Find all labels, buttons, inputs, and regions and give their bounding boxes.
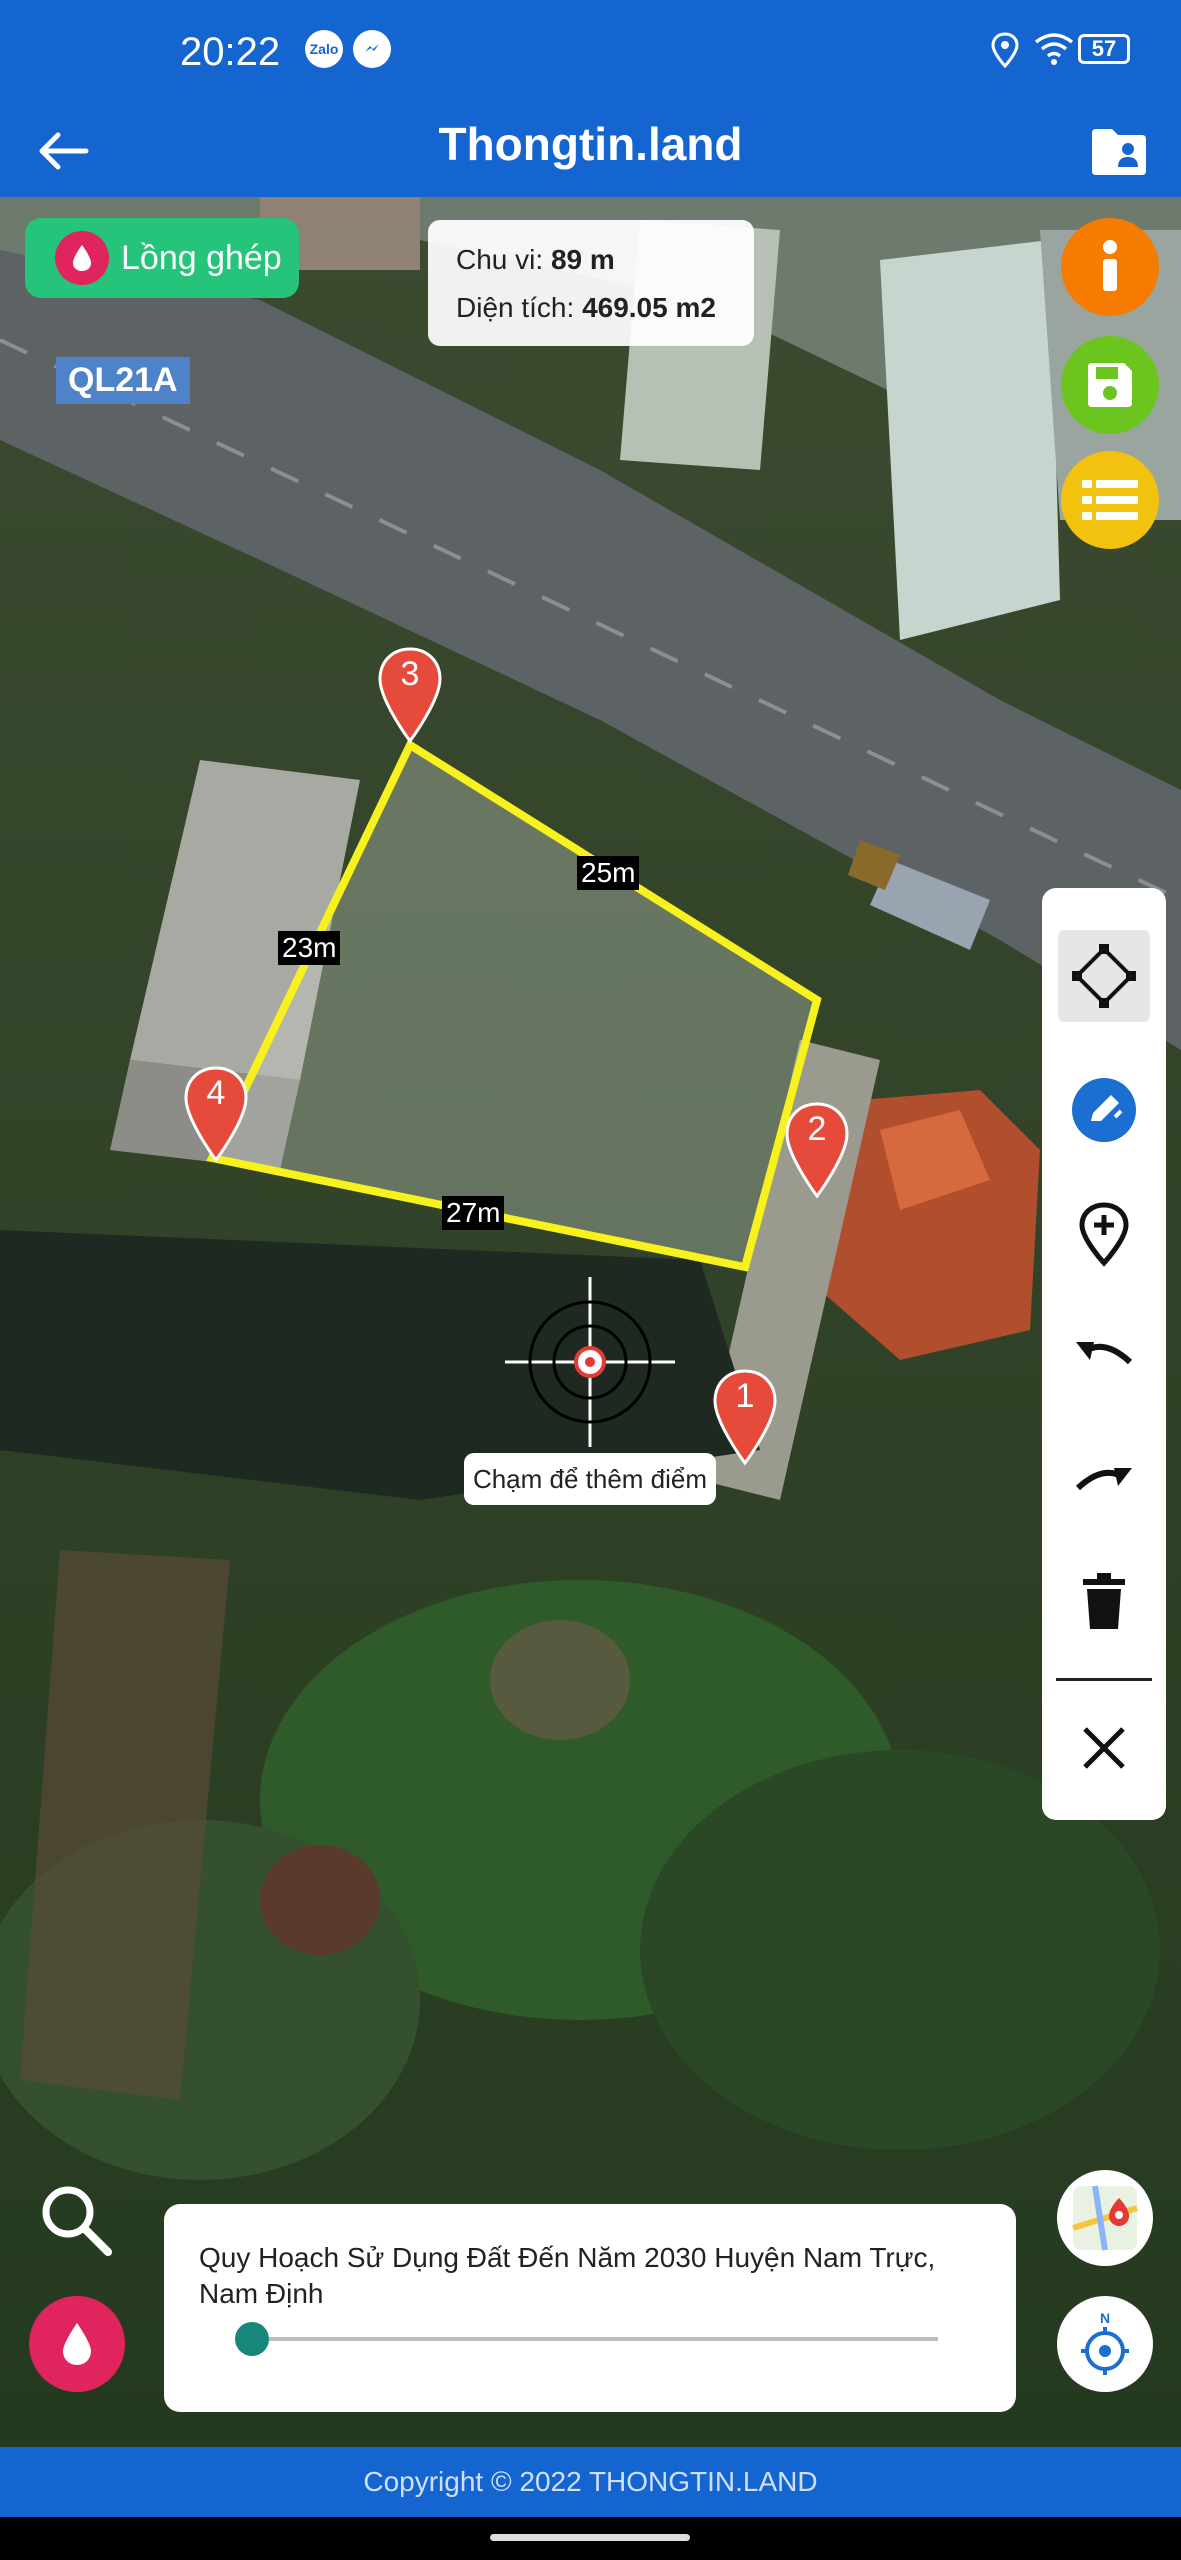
measurement-card: Chu vi: 89 m Diện tích: 469.05 m2 <box>428 220 754 346</box>
close-button[interactable] <box>1058 1702 1150 1794</box>
polygon-tool-button[interactable] <box>1058 930 1150 1022</box>
vertex-label: 4 <box>206 1074 226 1112</box>
water-drop-icon <box>55 231 109 285</box>
system-nav-bar <box>0 2517 1181 2560</box>
opacity-slider-track[interactable] <box>238 2337 938 2341</box>
add-location-icon <box>1079 1202 1129 1267</box>
delete-button[interactable] <box>1058 1556 1150 1648</box>
map-type-button[interactable] <box>1057 2170 1153 2266</box>
messenger-icon <box>353 30 391 68</box>
svg-text:N: N <box>1100 2310 1110 2326</box>
redo-icon <box>1075 1468 1132 1491</box>
segment-label: 23m <box>278 931 341 965</box>
info-button[interactable] <box>1061 218 1159 316</box>
app-bar: Thongtin.land <box>0 105 1181 197</box>
opacity-slider-thumb[interactable] <box>235 2322 269 2356</box>
folder-user-icon[interactable] <box>1088 123 1150 179</box>
map-icon <box>1072 2185 1138 2251</box>
battery-icon: 57 <box>1078 34 1130 64</box>
save-button[interactable] <box>1061 336 1159 434</box>
undo-icon <box>1076 1342 1133 1365</box>
vertex-marker-1[interactable]: 1 <box>711 1367 779 1467</box>
perimeter-row: Chu vi: 89 m <box>456 244 615 276</box>
edit-icon <box>1072 1078 1136 1142</box>
save-icon <box>1088 363 1132 407</box>
toolbar-divider <box>1056 1678 1152 1681</box>
area-value: 469.05 m2 <box>582 292 716 323</box>
edit-tool-button[interactable] <box>1058 1064 1150 1156</box>
status-bar: 20:22 Zalo 57 <box>0 0 1181 105</box>
segment-label: 27m <box>442 1196 505 1230</box>
vertex-label: 2 <box>807 1110 827 1148</box>
polygon-icon <box>1072 944 1136 1008</box>
compass-icon: N <box>1081 2310 1129 2375</box>
info-icon <box>1103 240 1117 291</box>
footer: Copyright © 2022 THONGTIN.LAND <box>0 2447 1181 2517</box>
satellite-map[interactable]: QL21A 25m 23m 27m 1 2 3 4 <box>0 197 1181 2447</box>
vertex-label: 1 <box>735 1377 755 1415</box>
crosshair-hint: Chạm để thêm điểm <box>464 1453 716 1505</box>
add-point-button[interactable] <box>1058 1188 1150 1280</box>
overlay-toggle-label: Lồng ghép <box>121 238 282 277</box>
area-row: Diện tích: 469.05 m2 <box>456 292 716 324</box>
planning-layer-name: Quy Hoạch Sử Dụng Đất Đến Năm 2030 Huyện… <box>199 2242 936 2309</box>
copyright-text: Copyright © 2022 THONGTIN.LAND <box>363 2466 818 2497</box>
search-icon[interactable] <box>36 2180 116 2260</box>
perimeter-value: 89 m <box>550 244 615 275</box>
close-icon <box>1083 1727 1125 1769</box>
list-icon <box>1082 480 1138 520</box>
vertex-marker-4[interactable]: 4 <box>182 1064 250 1164</box>
vertex-marker-2[interactable]: 2 <box>783 1100 851 1200</box>
wifi-icon <box>1034 33 1074 65</box>
vertex-label: 3 <box>400 655 420 693</box>
crosshair-icon[interactable] <box>505 1277 675 1447</box>
segment-label: 25m <box>577 856 640 890</box>
drawing-toolbar <box>1042 888 1166 1820</box>
undo-button[interactable] <box>1058 1306 1150 1398</box>
zalo-icon: Zalo <box>305 30 343 68</box>
home-indicator[interactable] <box>490 2534 690 2541</box>
opacity-button[interactable] <box>29 2296 125 2392</box>
location-icon <box>991 32 1019 68</box>
battery-level: 57 <box>1091 36 1117 61</box>
perimeter-label: Chu vi: <box>456 244 544 275</box>
redo-button[interactable] <box>1058 1432 1150 1524</box>
trash-icon <box>1083 1573 1125 1629</box>
compass-button[interactable]: N <box>1057 2296 1153 2392</box>
status-time: 20:22 <box>180 30 281 74</box>
list-button[interactable] <box>1061 451 1159 549</box>
area-label: Diện tích: <box>456 292 575 323</box>
overlay-toggle-button[interactable]: Lồng ghép <box>25 218 299 298</box>
app-title: Thongtin.land <box>438 118 743 170</box>
water-drop-icon <box>63 2323 91 2365</box>
planning-layer-card: Quy Hoạch Sử Dụng Đất Đến Năm 2030 Huyện… <box>164 2204 1016 2412</box>
vertex-marker-3[interactable]: 3 <box>376 645 444 745</box>
